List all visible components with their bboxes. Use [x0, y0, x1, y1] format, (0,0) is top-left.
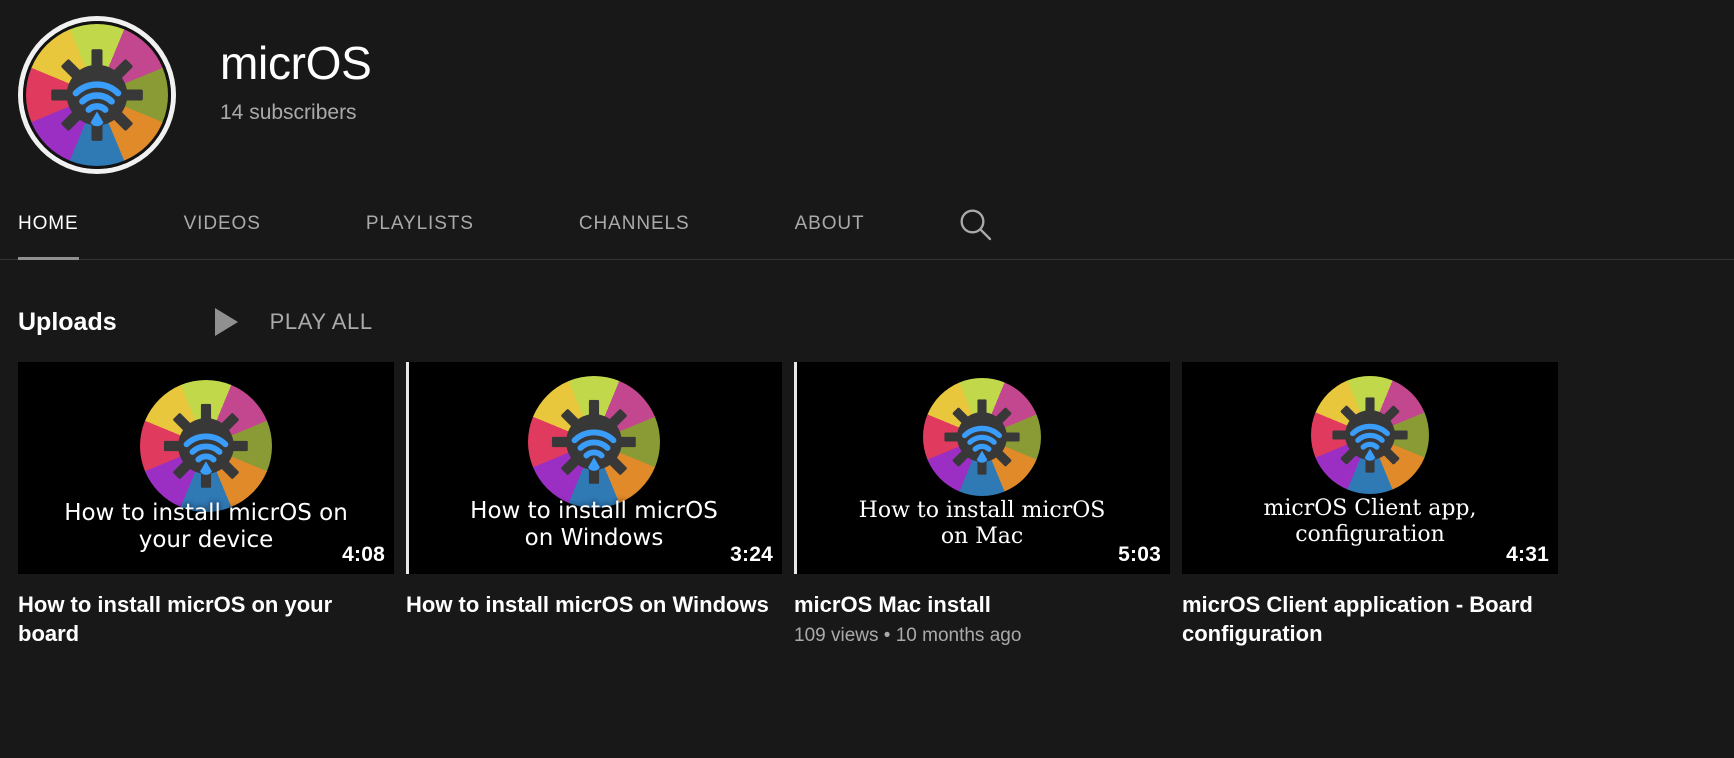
video-title[interactable]: micrOS Client application - Board config…: [1182, 590, 1558, 649]
channel-tabbar: HOME VIDEOS PLAYLISTS CHANNELS ABOUT: [0, 188, 1734, 260]
thumbnail-logo-icon: [1311, 376, 1429, 494]
video-duration: 5:03: [1118, 543, 1161, 566]
channel-avatar[interactable]: [18, 16, 176, 174]
play-triangle-icon: [214, 308, 238, 336]
thumbnail-logo-icon: [528, 376, 660, 508]
video-card[interactable]: How to install micrOS on your device 4:08…: [18, 362, 394, 649]
search-icon[interactable]: [951, 200, 999, 248]
video-thumbnail[interactable]: How to install micrOS on your device 4:08: [18, 362, 394, 574]
thumbnail-overlay-text: How to install micrOS on your device: [64, 500, 348, 554]
video-title[interactable]: How to install micrOS on your board: [18, 590, 394, 649]
video-duration: 4:08: [342, 543, 385, 566]
video-title[interactable]: How to install micrOS on Windows: [406, 590, 782, 619]
tab-about[interactable]: ABOUT: [795, 188, 865, 260]
thumbnail-overlay-text: How to install micrOS on Windows: [470, 498, 718, 552]
tab-channels[interactable]: CHANNELS: [579, 188, 690, 260]
tab-playlists[interactable]: PLAYLISTS: [366, 188, 474, 260]
subscriber-count: 14 subscribers: [220, 100, 357, 124]
shelf-title: Uploads: [18, 307, 117, 336]
video-card[interactable]: micrOS Client app, configuration 4:31 mic…: [1182, 362, 1558, 649]
tab-home[interactable]: HOME: [18, 188, 79, 260]
gear-wifi-icon: [51, 49, 143, 141]
video-grid: How to install micrOS on your device 4:08…: [0, 362, 1734, 649]
video-card[interactable]: How to install micrOS on Windows 3:24 How…: [406, 362, 782, 649]
channel-header: micrOS 14 subscribers: [0, 0, 1734, 188]
play-all-label: PLAY ALL: [269, 309, 373, 334]
video-thumbnail[interactable]: How to install micrOS on Mac 5:03: [794, 362, 1170, 574]
thumbnail-logo-icon: [923, 378, 1041, 496]
uploads-shelf-header: Uploads PLAY ALL: [0, 260, 1734, 350]
channel-meta: micrOS 14 subscribers: [176, 16, 372, 125]
channel-name: micrOS: [220, 37, 372, 89]
video-card[interactable]: How to install micrOS on Mac 5:03 micrOS …: [794, 362, 1170, 649]
youtube-channel-page: micrOS 14 subscribers HOME VIDEOS PLAYLI…: [0, 0, 1734, 758]
video-thumbnail[interactable]: micrOS Client app, configuration 4:31: [1182, 362, 1558, 574]
tab-videos[interactable]: VIDEOS: [184, 188, 261, 260]
video-duration: 4:31: [1506, 543, 1549, 566]
video-meta: 109 views • 10 months ago: [794, 625, 1022, 647]
video-title[interactable]: micrOS Mac install: [794, 590, 1170, 619]
thumbnail-logo-icon: [140, 380, 272, 512]
video-thumbnail[interactable]: How to install micrOS on Windows 3:24: [406, 362, 782, 574]
thumbnail-overlay-text: How to install micrOS on Mac: [858, 498, 1106, 549]
video-duration: 3:24: [730, 543, 773, 566]
play-all-button[interactable]: PLAY ALL: [214, 308, 373, 336]
thumbnail-overlay-text: micrOS Client app, configuration: [1263, 496, 1477, 547]
